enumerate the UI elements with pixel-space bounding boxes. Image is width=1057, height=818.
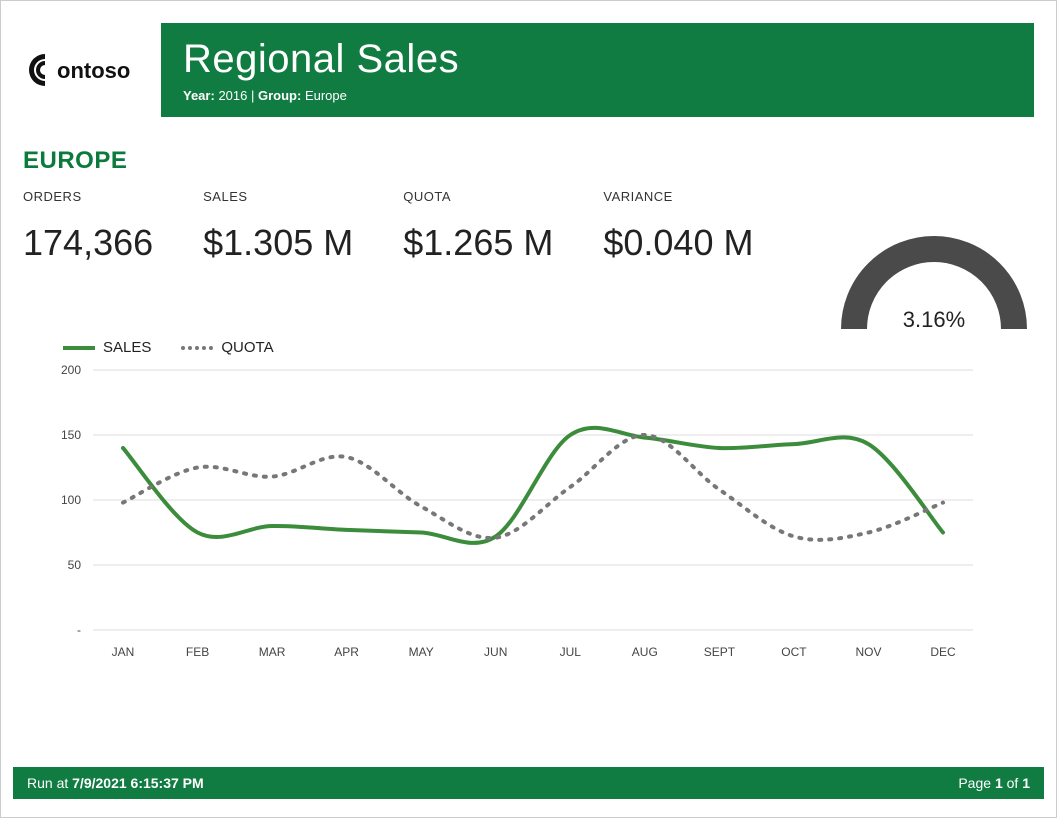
svg-text:APR: APR — [334, 645, 359, 659]
legend-quota-swatch — [181, 346, 213, 350]
chart: SALES QUOTA - 50 100 150 200 JAN FEB MAR APR MAY J… — [23, 339, 1034, 675]
gauge: 3.16% — [834, 219, 1034, 339]
svg-text:JAN: JAN — [112, 645, 135, 659]
kpi-orders-label: ORDERS — [23, 189, 153, 204]
svg-text:OCT: OCT — [781, 645, 807, 659]
footer-page: Page 1 of 1 — [958, 775, 1030, 791]
logo: ontoso — [23, 23, 143, 117]
kpi-sales-label: SALES — [203, 189, 353, 204]
header: ontoso Regional Sales Year: 2016 | Group… — [23, 23, 1034, 117]
svg-text:-: - — [77, 623, 81, 637]
page-title: Regional Sales — [183, 37, 1012, 82]
legend-sales-label: SALES — [103, 339, 151, 356]
svg-text:AUG: AUG — [632, 645, 658, 659]
kpi-sales-value: $1.305 M — [203, 222, 353, 264]
svg-text:MAR: MAR — [259, 645, 286, 659]
page-subtitle: Year: 2016 | Group: Europe — [183, 88, 1012, 103]
legend-sales: SALES — [63, 339, 151, 356]
svg-text:150: 150 — [61, 428, 81, 442]
kpi-quota-value: $1.265 M — [403, 222, 553, 264]
svg-text:DEC: DEC — [930, 645, 956, 659]
svg-text:100: 100 — [61, 493, 81, 507]
svg-text:MAY: MAY — [409, 645, 434, 659]
kpi-quota: QUOTA $1.265 M — [403, 189, 553, 264]
logo-text: ontoso — [57, 58, 130, 83]
svg-text:FEB: FEB — [186, 645, 209, 659]
contoso-logo-icon: ontoso — [23, 46, 143, 94]
kpi-row: ORDERS 174,366 SALES $1.305 M QUOTA $1.2… — [23, 189, 1034, 339]
footer: Run at 7/9/2021 6:15:37 PM Page 1 of 1 — [13, 767, 1044, 799]
kpi-variance: VARIANCE $0.040 M — [603, 189, 753, 264]
svg-text:NOV: NOV — [855, 645, 881, 659]
svg-text:50: 50 — [68, 558, 82, 572]
kpi-quota-label: QUOTA — [403, 189, 553, 204]
region-heading: EUROPE — [23, 147, 1034, 175]
banner: Regional Sales Year: 2016 | Group: Europ… — [161, 23, 1034, 117]
kpi-variance-label: VARIANCE — [603, 189, 753, 204]
gauge-percent: 3.16% — [834, 307, 1034, 333]
line-chart: - 50 100 150 200 JAN FEB MAR APR MAY JUN JUL AUG SEPT… — [23, 360, 1003, 670]
chart-legend: SALES QUOTA — [63, 339, 1034, 356]
legend-sales-swatch — [63, 346, 95, 350]
svg-text:SEPT: SEPT — [704, 645, 736, 659]
kpi-sales: SALES $1.305 M — [203, 189, 353, 264]
kpi-orders: ORDERS 174,366 — [23, 189, 153, 264]
legend-quota-label: QUOTA — [221, 339, 273, 356]
svg-text:200: 200 — [61, 363, 81, 377]
kpi-variance-value: $0.040 M — [603, 222, 753, 264]
svg-text:JUL: JUL — [560, 645, 582, 659]
svg-text:JUN: JUN — [484, 645, 507, 659]
footer-run: Run at 7/9/2021 6:15:37 PM — [27, 775, 204, 791]
kpi-orders-value: 174,366 — [23, 222, 153, 264]
legend-quota: QUOTA — [181, 339, 273, 356]
